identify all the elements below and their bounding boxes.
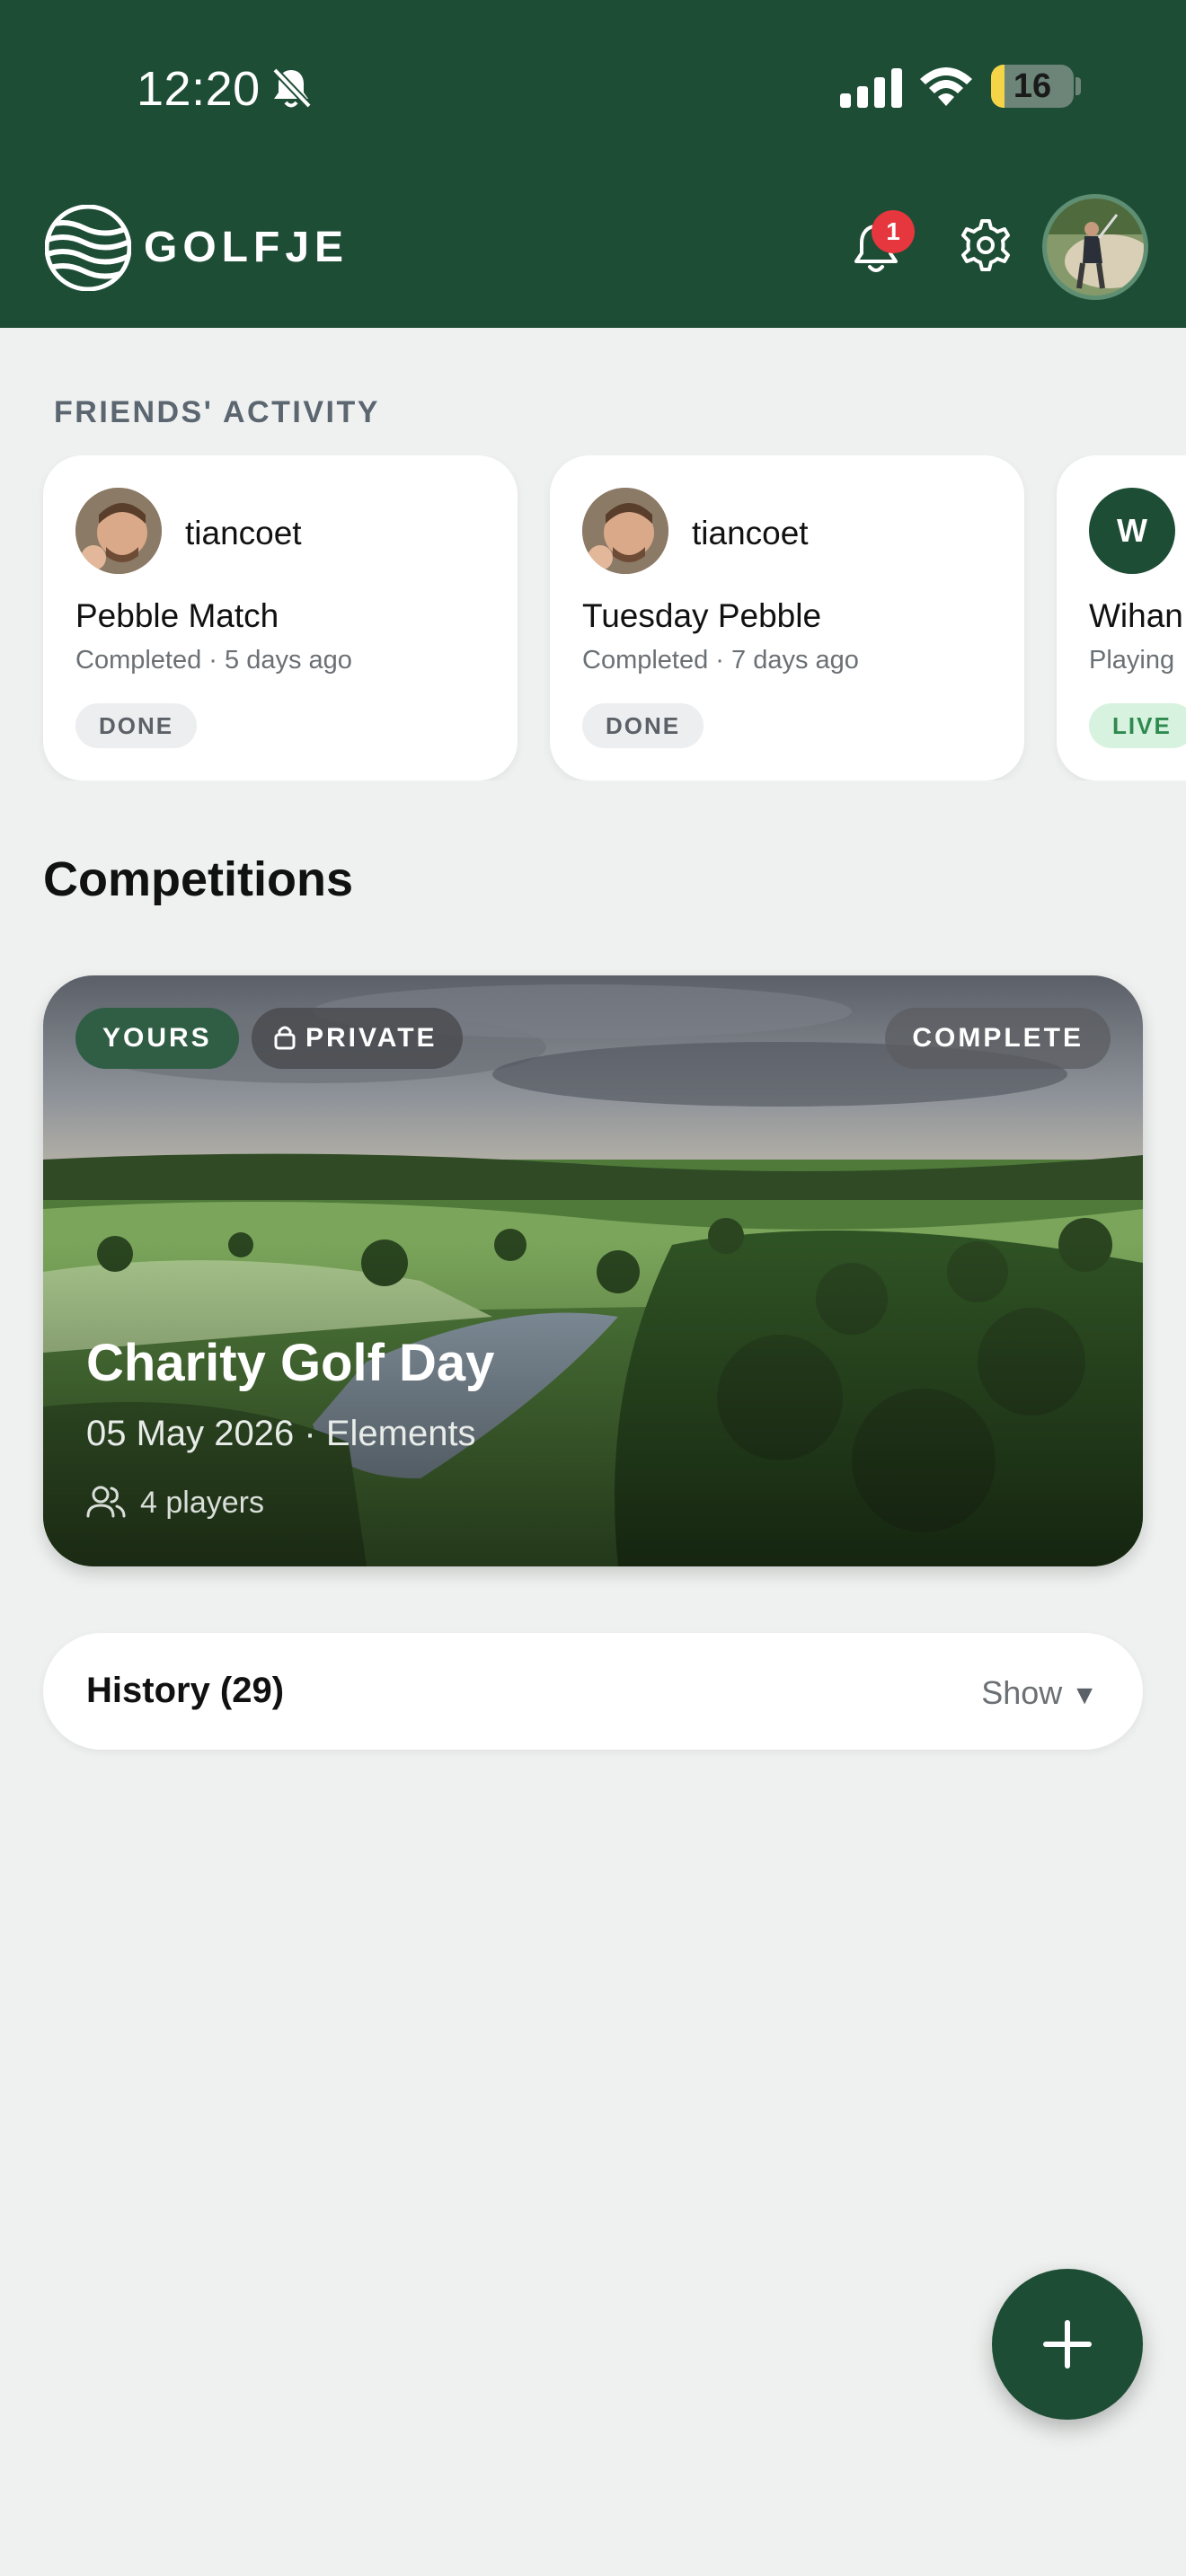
- user-avatar: [75, 488, 162, 574]
- activity-username: Wihan: [1089, 597, 1183, 634]
- private-tag: PRIVATE: [252, 1008, 463, 1069]
- wifi-icon: [920, 67, 972, 106]
- activity-title: Tuesday Pebble: [582, 597, 822, 634]
- battery-indicator: 16: [991, 65, 1074, 108]
- caret-down-icon: ▼: [1071, 1681, 1098, 1710]
- user-avatar: [582, 488, 668, 574]
- brand-name: GOLFJE: [144, 224, 350, 271]
- activity-card[interactable]: tiancoet Pebble Match Completed · 5 days…: [43, 455, 518, 781]
- friends-activity-carousel[interactable]: tiancoet Pebble Match Completed · 5 days…: [0, 455, 1186, 781]
- live-badge: LIVE: [1089, 703, 1186, 748]
- battery-nub: [1075, 77, 1081, 95]
- history-label: History (29): [86, 1671, 285, 1710]
- status-badge: DONE: [582, 703, 704, 748]
- status-time: 12:20: [137, 62, 261, 116]
- activity-meta: Completed · 5 days ago: [75, 646, 352, 675]
- bell-muted-icon: [272, 67, 312, 109]
- history-toggle-label: Show: [981, 1674, 1063, 1711]
- user-avatar: W: [1089, 488, 1175, 574]
- user-photo: [582, 488, 668, 574]
- activity-card[interactable]: tiancoet Tuesday Pebble Completed · 7 da…: [550, 455, 1024, 781]
- signal-icon: [840, 68, 902, 108]
- app-header: 12:20 16 GOLFJE 1: [0, 0, 1186, 328]
- profile-avatar[interactable]: [1042, 194, 1148, 300]
- activity-title: Pebble Match: [75, 597, 279, 634]
- history-section[interactable]: History (29) Show ▼: [43, 1633, 1143, 1750]
- golfje-logo-icon: [45, 205, 131, 291]
- activity-username: tiancoet: [692, 515, 809, 551]
- players-icon: [86, 1486, 126, 1518]
- competition-title: Charity Golf Day: [86, 1334, 495, 1392]
- activity-meta: Playing: [1089, 646, 1175, 675]
- battery-level: 16: [1013, 67, 1052, 105]
- competition-card[interactable]: YOURS PRIVATE COMPLETE Charity Golf Day …: [43, 975, 1143, 1566]
- competition-date-course: 05 May 2026 · Elements: [86, 1414, 476, 1453]
- complete-status-tag: COMPLETE: [885, 1008, 1111, 1069]
- activity-username: tiancoet: [185, 515, 302, 551]
- activity-meta: Completed · 7 days ago: [582, 646, 859, 675]
- plus-icon: [1043, 2320, 1092, 2369]
- profile-photo: [1047, 198, 1144, 296]
- notification-badge: 1: [872, 210, 915, 253]
- yours-tag: YOURS: [75, 1008, 239, 1069]
- settings-gear-icon[interactable]: [958, 217, 1013, 273]
- add-competition-button[interactable]: [992, 2269, 1143, 2420]
- status-badge: DONE: [75, 703, 198, 748]
- history-toggle[interactable]: Show ▼: [981, 1674, 1098, 1712]
- player-count: 4 players: [140, 1486, 264, 1520]
- activity-card[interactable]: W Wihan Playing LIVE: [1057, 455, 1186, 781]
- lock-icon: [274, 1026, 296, 1050]
- user-photo: [75, 488, 162, 574]
- private-label: PRIVATE: [305, 1023, 438, 1053]
- competitions-heading: Competitions: [43, 852, 353, 906]
- friends-activity-label: FRIENDS' ACTIVITY: [54, 395, 380, 429]
